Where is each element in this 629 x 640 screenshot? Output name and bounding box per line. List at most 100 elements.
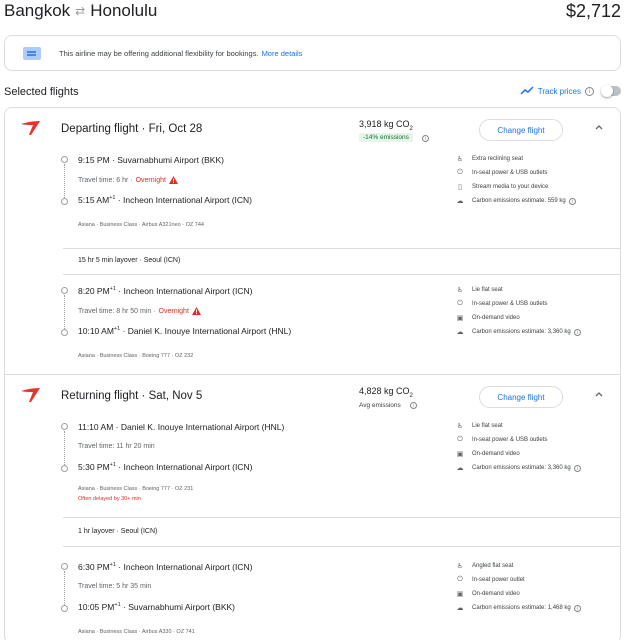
seat-icon: ♿ — [456, 156, 464, 163]
layover-text: 15 hr 5 min layover · Seoul (ICN) — [78, 257, 181, 264]
departing-flight-card: Departing flight · Fri, Oct 28 3,918 kg … — [4, 107, 621, 375]
asiana-logo-icon — [21, 121, 40, 135]
returning-flight-card: Returning flight · Sat, Nov 5 4,828 kg C… — [4, 374, 621, 640]
total-price: $2,712 — [565, 1, 621, 21]
amenity-item: ▣ On-demand video — [456, 591, 520, 598]
ticket-icon — [23, 46, 41, 60]
power-icon: ⏻ — [457, 300, 463, 307]
arrival-stop: 10:05 PM+1 · Suvarnabhumi Airport (BKK) — [78, 602, 235, 612]
seat-icon: ♿ — [456, 287, 464, 294]
power-icon: ⏻ — [457, 436, 463, 443]
amenities-list: ♿ Lie flat seat ⏻ In-seat power & USB outl… — [456, 283, 616, 339]
track-prices-label[interactable]: Track prices — [538, 87, 581, 96]
returning-title: Returning flight · Sat, Nov 5 — [61, 390, 203, 402]
amenity-item: ⏻ In-seat power & USB outlets — [457, 169, 548, 176]
emissions-icon: ☁ — [456, 465, 464, 472]
asiana-logo-icon — [21, 388, 40, 402]
flight-leg: 8:20 PM+1 · Incheon International Airpor… — [5, 283, 620, 373]
video-icon: ▣ — [456, 451, 464, 458]
warning-icon — [191, 307, 201, 315]
amenities-list: ♿ Angled flat seat ⏻ In-seat power outlet … — [456, 559, 616, 615]
departing-title: Departing flight · Fri, Oct 28 — [61, 123, 203, 135]
amenity-item: ⏻ In-seat power & USB outlets — [457, 436, 548, 443]
departure-stop: 8:20 PM+1 · Incheon International Airpor… — [78, 286, 253, 296]
video-icon: ▣ — [456, 315, 464, 322]
arrival-stop: 5:15 AM+1 · Incheon International Airpor… — [78, 195, 253, 205]
flight-details: Asiana · Business Class · Boeing 777 · O… — [78, 353, 194, 359]
trending-icon — [520, 86, 534, 95]
departure-stop: 9:15 PM · Suvarnabhumi Airport (BKK) — [78, 155, 224, 165]
avg-emissions: Avg emissions — [359, 402, 401, 409]
emissions-icon: ☁ — [456, 329, 464, 336]
amenity-item: ☁ Carbon emissions estimate: 559 kg i — [456, 194, 616, 208]
layover-row: 15 hr 5 min layover · Seoul (ICN) — [63, 248, 620, 275]
change-flight-button[interactable]: Change flight — [479, 119, 563, 141]
info-icon[interactable]: i — [573, 604, 581, 612]
co2-value: 4,828 kg CO2 — [359, 386, 413, 399]
destination-city: Honolulu — [90, 1, 158, 20]
amenity-item: ☁ Carbon emissions estimate: 3,360 kg i — [456, 461, 616, 475]
amenities-list: ♿ Lie flat seat ⏻ In-seat power & USB outl… — [456, 419, 616, 475]
flight-details: Asiana · Business Class · Airbus A321neo… — [78, 222, 204, 228]
travel-time: Travel time: 6 hr · Overnight — [78, 176, 178, 184]
info-icon[interactable]: i — [410, 402, 417, 409]
video-icon: ▣ — [456, 591, 464, 598]
warning-icon — [168, 176, 178, 184]
amenity-item: ⏻ In-seat power & USB outlets — [457, 300, 548, 307]
flexibility-notice: This airline may be offering additional … — [4, 35, 621, 71]
amenities-list: ♿ Extra reclining seat ⏻ In-seat power & U… — [456, 152, 616, 208]
power-icon: ⏻ — [457, 169, 463, 176]
arrival-stop: 5:30 PM+1 · Incheon International Airpor… — [78, 462, 253, 472]
info-icon[interactable]: i — [568, 197, 576, 205]
amenity-item: ☁ Carbon emissions estimate: 3,360 kg i — [456, 325, 616, 339]
info-icon[interactable]: i — [573, 328, 581, 336]
emissions-badge: -14% emissions — [359, 133, 413, 142]
flight-details: Asiana · Business Class · Boeing 777 · O… — [78, 486, 194, 492]
co2-value: 3,918 kg CO2 — [359, 119, 413, 132]
chevron-up-icon[interactable] — [594, 122, 604, 132]
amenity-item: ▣ On-demand video — [456, 451, 520, 458]
power-icon: ⏻ — [457, 576, 463, 583]
travel-time: Travel time: 11 hr 20 min — [78, 443, 155, 450]
departure-stop: 11:10 AM · Daniel K. Inouye Internationa… — [78, 422, 285, 432]
flight-details: Asiana · Business Class · Airbus A330 · … — [78, 629, 195, 635]
round-trip-arrows-icon: ⇄ — [75, 4, 86, 18]
trip-header: Bangkok ⇄ Honolulu $2,712 — [0, 0, 629, 28]
notice-text: This airline may be offering additional … — [59, 48, 259, 58]
track-prices[interactable]: Track prices i — [520, 85, 621, 97]
emissions-icon: ☁ — [456, 605, 464, 612]
amenity-item: ☁ Carbon emissions estimate: 1,468 kg i — [456, 601, 616, 615]
flight-leg: 9:15 PM · Suvarnabhumi Airport (BKK) Tra… — [5, 152, 620, 252]
origin-city: Bangkok — [4, 1, 71, 20]
chevron-up-icon[interactable] — [594, 389, 604, 399]
seat-icon: ♿ — [456, 423, 464, 430]
layover-row: 1 hr layover · Seoul (ICN) — [63, 517, 620, 547]
selected-flights-row: Selected flights Track prices i — [0, 84, 629, 102]
travel-time: Travel time: 5 hr 35 min — [78, 583, 152, 590]
delay-warning: Often delayed by 30+ min — [78, 496, 141, 502]
amenity-item: ♿ Extra reclining seat — [456, 156, 524, 163]
amenity-item: ♿ Angled flat seat — [456, 563, 514, 570]
travel-time: Travel time: 8 hr 50 min · Overnight — [78, 307, 201, 315]
info-icon[interactable]: i — [573, 464, 581, 472]
change-flight-button[interactable]: Change flight — [479, 386, 563, 408]
info-icon[interactable]: i — [585, 86, 594, 96]
amenity-item: ♿ Lie flat seat — [456, 423, 503, 430]
track-prices-toggle[interactable] — [601, 85, 621, 97]
more-details-link[interactable]: More details — [262, 49, 303, 58]
seat-icon: ♿ — [456, 563, 464, 570]
emissions-icon: ☁ — [456, 198, 464, 205]
amenity-item: ▣ On-demand video — [456, 315, 520, 322]
layover-text: 1 hr layover · Seoul (ICN) — [78, 528, 158, 535]
arrival-stop: 10:10 AM+1 · Daniel K. Inouye Internatio… — [78, 326, 292, 336]
selected-flights-title: Selected flights — [4, 86, 79, 98]
amenity-item: ⏻ In-seat power outlet — [457, 576, 525, 583]
route: Bangkok ⇄ Honolulu — [4, 1, 157, 21]
info-icon[interactable]: i — [422, 135, 429, 142]
phone-icon: ▯ — [458, 184, 462, 191]
departure-stop: 6:30 PM+1 · Incheon International Airpor… — [78, 562, 253, 572]
amenity-item: ♿ Lie flat seat — [456, 287, 503, 294]
flight-leg: 11:10 AM · Daniel K. Inouye Internationa… — [5, 419, 620, 519]
amenity-item: ▯ Stream media to your device — [456, 180, 616, 194]
flight-leg: 6:30 PM+1 · Incheon International Airpor… — [5, 559, 620, 640]
